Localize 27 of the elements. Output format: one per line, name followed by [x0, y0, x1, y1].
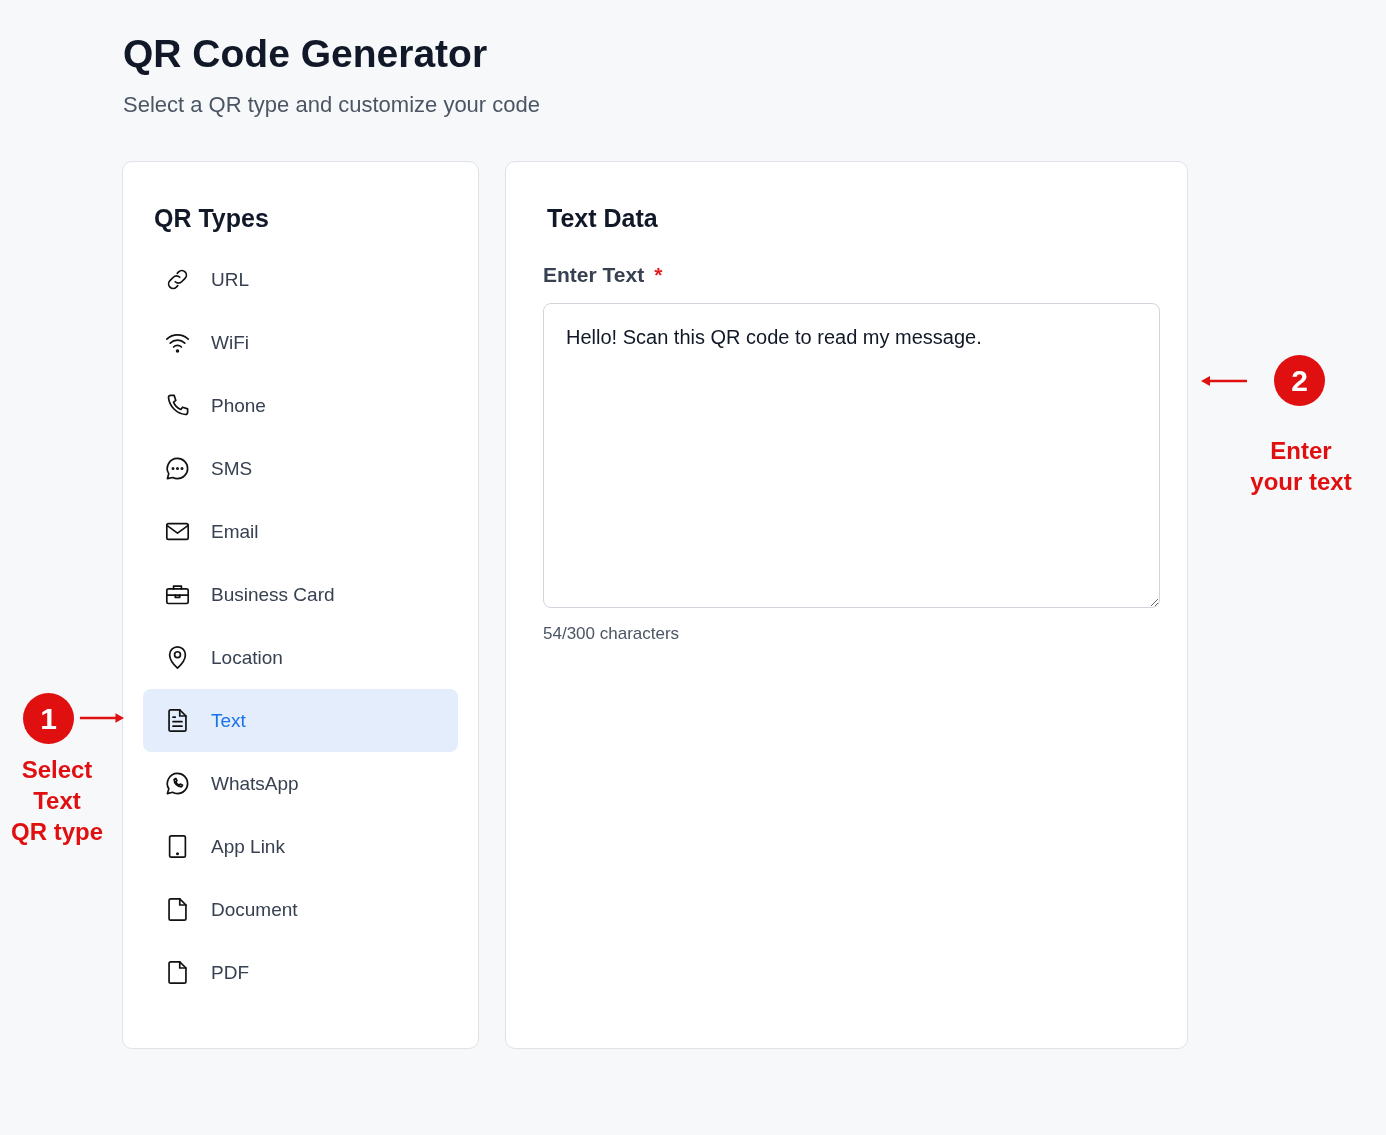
type-item[interactable]: WiFi: [143, 311, 458, 374]
step-note: Select Text QR type: [10, 755, 104, 847]
field-label: Enter Text: [543, 263, 645, 287]
step-badge: 1: [23, 693, 74, 744]
type-item[interactable]: SMS: [143, 437, 458, 500]
required-mark: *: [654, 263, 663, 287]
whatsapp-icon: [164, 770, 191, 797]
character-counter: 54/300 characters: [543, 624, 681, 644]
type-item[interactable]: URL: [143, 248, 458, 311]
card-title: QR Types: [154, 203, 270, 234]
card-title: Text Data: [547, 203, 659, 234]
type-item[interactable]: App Link: [143, 815, 458, 878]
type-item[interactable]: Business Card: [143, 563, 458, 626]
type-item[interactable]: WhatsApp: [143, 752, 458, 815]
step-note: Enter your text: [1249, 436, 1353, 497]
type-item[interactable]: Phone: [143, 374, 458, 437]
type-item[interactable]: Text: [143, 689, 458, 752]
page-subtitle: Select a QR type and customize your code: [123, 91, 541, 119]
type-item[interactable]: PDF: [143, 941, 458, 1004]
type-item[interactable]: Location: [143, 626, 458, 689]
text-field[interactable]: Hello! Scan this QR code to read my message.: [543, 303, 1160, 608]
type-item[interactable]: Email: [143, 500, 458, 563]
arrow: [78, 712, 126, 724]
type-item[interactable]: Document: [143, 878, 458, 941]
step-badge: 2: [1274, 355, 1325, 406]
page-title: QR Code Generator: [123, 31, 489, 77]
chat-bubble-icon: [164, 455, 191, 482]
